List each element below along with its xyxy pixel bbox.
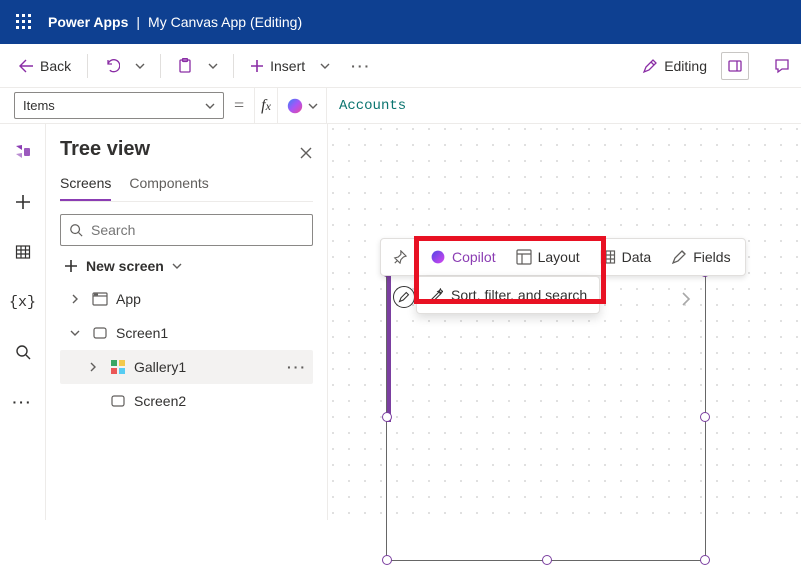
data-icon: [600, 249, 616, 265]
property-combo[interactable]: Items: [14, 92, 224, 119]
equals-label: =: [224, 88, 254, 123]
tree-search[interactable]: [60, 214, 313, 246]
resize-handle[interactable]: [700, 555, 710, 565]
document-title: My Canvas App (Editing): [148, 14, 302, 30]
wand-icon: [429, 288, 443, 302]
undo-chevron[interactable]: [128, 50, 152, 82]
copilot-icon: [286, 97, 304, 115]
gallery-edit-icon[interactable]: [393, 286, 415, 308]
screen-icon: [92, 325, 108, 341]
toolbar-more[interactable]: ···: [341, 58, 381, 74]
back-button[interactable]: Back: [10, 50, 79, 82]
layout-label: Layout: [538, 249, 580, 265]
fields-label: Fields: [693, 249, 730, 265]
tree-search-input[interactable]: [89, 221, 304, 239]
rail-search[interactable]: [7, 336, 39, 368]
property-value: Items: [23, 98, 55, 113]
tree-node-screen1[interactable]: Screen1: [60, 316, 313, 350]
rail-more[interactable]: ···: [7, 386, 39, 418]
close-tree-button[interactable]: [299, 146, 313, 160]
actionbar-layout[interactable]: Layout: [506, 238, 590, 276]
actionbar-copilot[interactable]: Copilot: [420, 238, 506, 276]
actionbar-data[interactable]: Data: [590, 238, 662, 276]
copilot-label: Copilot: [452, 249, 496, 265]
back-label: Back: [40, 58, 71, 74]
formula-input[interactable]: [327, 88, 801, 123]
fields-icon: [671, 249, 687, 265]
gallery-chevron-icon: [681, 292, 691, 306]
search-icon: [69, 223, 83, 237]
resize-handle[interactable]: [382, 412, 392, 422]
new-screen-label: New screen: [86, 258, 164, 274]
panel-toggle-button[interactable]: [721, 52, 749, 80]
new-screen-button[interactable]: New screen: [64, 258, 313, 274]
copilot-dropdown: Sort, filter, and search: [416, 276, 600, 314]
comments-button[interactable]: [773, 57, 791, 75]
gallery-icon: [110, 359, 126, 375]
data-label: Data: [622, 249, 652, 265]
rail-variables[interactable]: {x}: [7, 286, 39, 318]
tree-label: App: [116, 291, 141, 307]
paste-chevron[interactable]: [201, 50, 225, 82]
paste-button[interactable]: [169, 50, 201, 82]
chevron-down-icon: [172, 261, 182, 271]
tab-components[interactable]: Components: [129, 171, 208, 201]
editing-label: Editing: [664, 58, 707, 74]
tree-node-screen2[interactable]: Screen2: [60, 384, 313, 418]
insert-chevron[interactable]: [313, 50, 337, 82]
gallery-action-bar: Copilot Layout Data Fields: [380, 238, 746, 276]
tab-screens[interactable]: Screens: [60, 171, 111, 201]
rail-insert[interactable]: [7, 186, 39, 218]
screen-icon: [110, 393, 126, 409]
actionbar-fields[interactable]: Fields: [661, 238, 740, 276]
undo-button[interactable]: [96, 50, 128, 82]
resize-handle[interactable]: [382, 555, 392, 565]
rail-tree-view[interactable]: [7, 136, 39, 168]
app-brand: Power Apps: [48, 14, 128, 30]
tree-node-more[interactable]: ···: [287, 359, 307, 375]
editing-mode-button[interactable]: Editing: [642, 58, 707, 74]
app-launcher-icon[interactable]: [8, 6, 40, 38]
pin-button[interactable]: [385, 250, 415, 264]
resize-handle[interactable]: [542, 555, 552, 565]
fx-label: fx: [254, 88, 277, 123]
gallery-control[interactable]: [386, 271, 706, 561]
tree-node-gallery1[interactable]: Gallery1 ···: [60, 350, 313, 384]
tree-label: Screen1: [116, 325, 168, 341]
insert-button[interactable]: Insert: [242, 50, 313, 82]
tree-label: Gallery1: [134, 359, 186, 375]
tree-node-app[interactable]: App: [60, 282, 313, 316]
sort-filter-search-item[interactable]: Sort, filter, and search: [417, 281, 599, 309]
layout-icon: [516, 249, 532, 265]
tree-title: Tree view: [60, 138, 150, 161]
chevron-down-icon: [308, 101, 318, 111]
resize-handle[interactable]: [700, 412, 710, 422]
insert-label: Insert: [270, 58, 305, 74]
app-icon: [92, 291, 108, 307]
title-separator: |: [136, 14, 140, 30]
copilot-fx-button[interactable]: [277, 88, 327, 123]
copilot-icon: [430, 249, 446, 265]
chevron-down-icon: [205, 101, 215, 111]
rail-data[interactable]: [7, 236, 39, 268]
tree-label: Screen2: [134, 393, 186, 409]
drop-label: Sort, filter, and search: [451, 287, 587, 303]
